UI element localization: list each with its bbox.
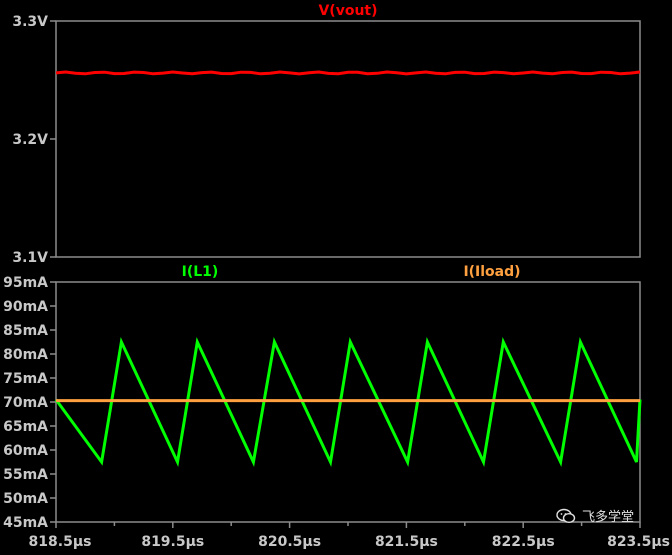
time-x-ticks: 818.5µs 819.5µs 820.5µs 821.5µs 822.5µs 823.5…: [29, 522, 670, 550]
wechat-icon: [556, 508, 576, 524]
current-y-tick-label: 90mA: [3, 299, 48, 315]
current-y-tick-label: 75mA: [3, 371, 48, 387]
current-y-tick-label: 70mA: [3, 395, 48, 411]
voltage-y-ticks: 3.3V 3.2V 3.1V: [12, 14, 56, 266]
watermark-text: 飞多学堂: [582, 510, 635, 525]
voltage-traces: [55, 70, 641, 76]
current-traces: [54, 336, 642, 468]
current-y-tick-label: 45mA: [3, 515, 48, 531]
current-y-tick-label: 55mA: [3, 467, 48, 483]
trace-v-vout[interactable]: [55, 70, 641, 76]
time-x-tick-label: 820.5µs: [258, 534, 321, 550]
voltage-trace-titles: V(vout): [318, 3, 377, 19]
pane-voltage[interactable]: 3.3V 3.2V 3.1V V(vout): [12, 3, 641, 266]
pane-voltage-frame: [55, 20, 641, 258]
waveform-plot-svg: 3.3V 3.2V 3.1V V(vout) 95mA 90mA 85mA 80mA 75m…: [3, 3, 670, 550]
voltage-y-tick-label: 3.1V: [12, 250, 48, 266]
current-y-ticks: 95mA 90mA 85mA 80mA 75mA 70mA 65mA 60mA 55mA 50mA…: [3, 275, 56, 531]
time-x-tick-label: 822.5µs: [492, 534, 555, 550]
current-y-tick-label: 65mA: [3, 419, 48, 435]
trace-title-i-iload[interactable]: I(Iload): [463, 264, 520, 280]
trace-title-i-l1[interactable]: I(L1): [182, 264, 219, 280]
current-y-tick-label: 95mA: [3, 275, 48, 291]
time-x-tick-label: 818.5µs: [29, 534, 92, 550]
current-y-tick-label: 85mA: [3, 323, 48, 339]
voltage-y-tick-label: 3.2V: [12, 132, 48, 148]
time-x-tick-label: 823.5µs: [607, 534, 670, 550]
time-x-tick-label: 819.5µs: [141, 534, 204, 550]
waveform-viewer: 3.3V 3.2V 3.1V V(vout) 95mA 90mA 85mA 80mA 75m…: [0, 0, 672, 550]
watermark: 飞多学堂: [556, 506, 634, 525]
current-y-tick-label: 80mA: [3, 347, 48, 363]
voltage-y-tick-label: 3.3V: [12, 14, 48, 30]
current-y-tick-label: 60mA: [3, 443, 48, 459]
trace-title-v-vout[interactable]: V(vout): [318, 3, 377, 19]
current-y-tick-label: 50mA: [3, 491, 48, 507]
current-trace-titles: I(L1) I(Iload): [182, 264, 521, 280]
time-x-tick-label: 821.5µs: [375, 534, 438, 550]
